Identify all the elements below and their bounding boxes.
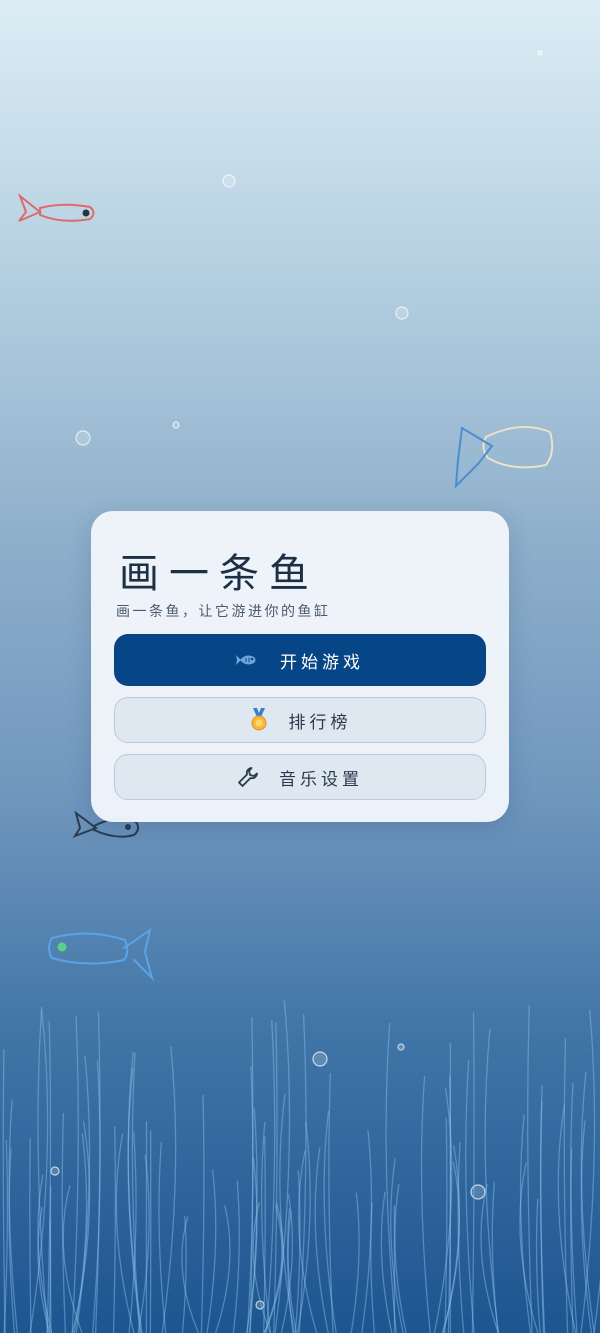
seaweed-strand <box>471 1012 475 1333</box>
seaweed-strand <box>527 1004 533 1333</box>
seaweed-strand <box>206 1169 217 1333</box>
bubble <box>75 430 91 446</box>
seaweed-strand <box>8 1099 19 1333</box>
bubble <box>397 1043 405 1051</box>
seaweed-strand <box>394 1184 407 1333</box>
seaweed-strand <box>158 1141 167 1333</box>
seaweed-strand <box>370 1203 376 1333</box>
fish-icon <box>236 652 260 668</box>
leaderboard-button[interactable]: 排行榜 <box>114 697 486 743</box>
seaweed-strand <box>214 1205 231 1333</box>
light-blue-fish-icon <box>48 927 154 982</box>
bubble <box>395 306 409 320</box>
seaweed-strand <box>491 1181 499 1333</box>
music-settings-label: 音乐设置 <box>279 769 363 790</box>
seaweed-strand <box>265 1019 276 1333</box>
seaweed-strand <box>420 1075 431 1333</box>
bubble <box>470 1184 486 1200</box>
seaweed-strand <box>49 1185 52 1333</box>
seaweed <box>2 1000 600 1333</box>
seaweed-strand <box>161 1046 177 1333</box>
music-settings-button[interactable]: 音乐设置 <box>114 754 486 800</box>
seaweed-strand <box>294 1170 301 1333</box>
seaweed-strand <box>112 1126 117 1333</box>
seaweed-strand <box>71 1016 79 1333</box>
bubble <box>222 174 236 188</box>
seaweed-strand <box>137 1154 150 1333</box>
seaweed-strand <box>200 1094 205 1333</box>
bubble <box>50 1166 60 1176</box>
seaweed-strand <box>323 1110 337 1333</box>
seaweed-strand <box>535 1198 541 1333</box>
start-game-label: 开始游戏 <box>280 652 364 673</box>
game-title: 画一条鱼 <box>119 551 319 597</box>
seaweed-strand <box>328 1072 334 1333</box>
bubble <box>172 421 180 429</box>
seaweed-strand <box>484 1029 500 1333</box>
seaweed-strand <box>127 1068 142 1333</box>
seaweed-strand <box>232 1180 240 1333</box>
outline-blue-fish-icon <box>454 426 554 489</box>
seaweed-strand <box>249 1017 254 1333</box>
seaweed-strand <box>444 1118 448 1333</box>
leaderboard-label: 排行榜 <box>288 712 352 733</box>
medal-icon <box>249 708 269 732</box>
seaweed-strand <box>2 1049 6 1333</box>
red-fish-icon <box>17 192 95 222</box>
seaweed-strand <box>361 1130 373 1333</box>
start-game-button[interactable]: 开始游戏 <box>114 634 486 686</box>
bubble <box>312 1051 328 1067</box>
seaweed-strand <box>29 1138 32 1333</box>
wrench-icon <box>237 766 259 788</box>
game-subtitle: 画一条鱼，让它游进你的鱼缸 <box>116 604 331 620</box>
seaweed-strand <box>540 1085 546 1333</box>
seaweed-strand <box>263 1136 266 1333</box>
bubble <box>537 50 543 56</box>
seaweed-strand <box>350 1192 360 1333</box>
main-menu-card: 画一条鱼 画一条鱼，让它游进你的鱼缸 开始游戏 排行榜 音乐设置 <box>91 511 509 822</box>
